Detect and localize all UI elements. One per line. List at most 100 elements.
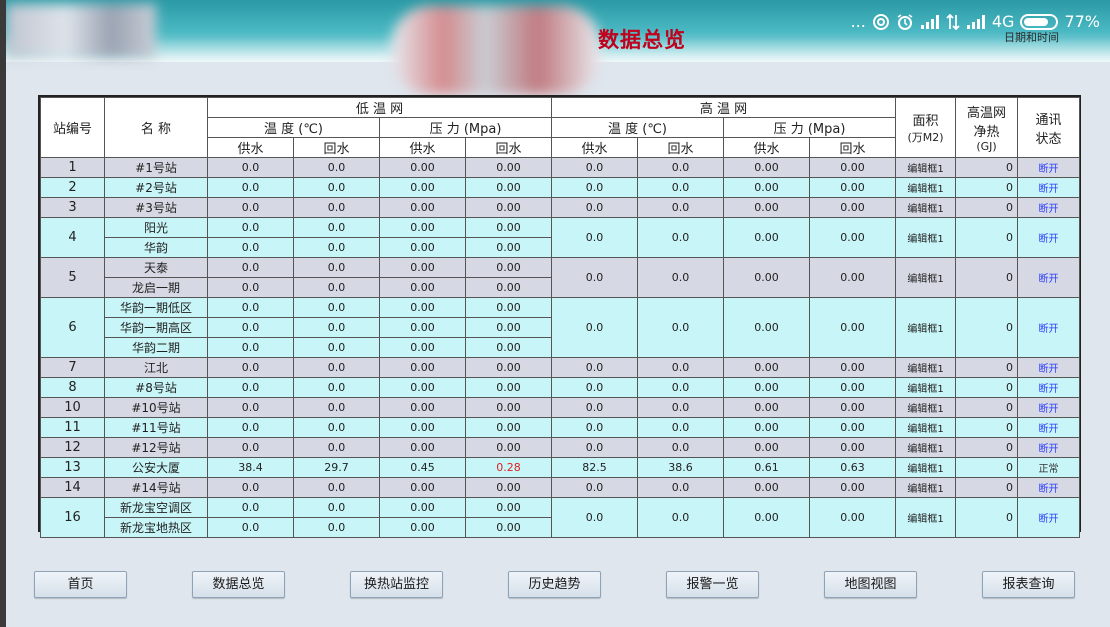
bottom-navigation: 首页 数据总览 换热站监控 历史趋势 报警一览 地图视图 报表查询 <box>34 571 1084 599</box>
nav-alarm-list-button[interactable]: 报警一览 <box>666 571 759 598</box>
area-edit-box[interactable]: 编辑框1 <box>895 217 957 258</box>
nav-station-monitor-button[interactable]: 换热站监控 <box>350 571 443 598</box>
area-edit-box[interactable]: 编辑框1 <box>895 177 957 198</box>
low-temp-return-cell: 0.0 <box>293 517 380 538</box>
low-pressure-supply-cell: 0.00 <box>379 197 466 218</box>
nav-report-query-button[interactable]: 报表查询 <box>982 571 1075 598</box>
table-row: 1 #1号站 0.0 0.0 0.00 0.00 0.0 0.0 0.00 0.00 编辑框1 0 断开 <box>40 157 1081 178</box>
station-id-cell: 7 <box>40 357 105 378</box>
area-edit-box[interactable]: 编辑框1 <box>895 157 957 178</box>
low-temp-return-cell: 0.0 <box>293 317 380 338</box>
low-pressure-return-cell: 0.00 <box>464 377 553 398</box>
low-temp-supply-cell: 0.0 <box>207 517 294 538</box>
area-edit-box[interactable]: 编辑框1 <box>895 437 957 458</box>
station-name-cell: 江北 <box>104 357 208 378</box>
low-pressure-supply-cell: 0.00 <box>379 177 466 198</box>
low-pressure-supply-cell: 0.00 <box>379 317 466 338</box>
net-heat-cell: 0 <box>955 457 1019 478</box>
area-edit-box[interactable]: 编辑框1 <box>895 197 957 218</box>
low-pressure-supply-cell: 0.00 <box>379 297 466 318</box>
area-edit-box[interactable]: 编辑框1 <box>895 357 957 378</box>
low-temp-return-cell: 0.0 <box>293 437 380 458</box>
high-pressure-supply-cell: 0.00 <box>723 197 811 218</box>
low-pressure-return-cell: 0.00 <box>464 197 553 218</box>
comm-status-cell: 断开 <box>1017 437 1081 458</box>
net-heat-cell: 0 <box>955 217 1019 258</box>
low-pressure-supply-cell: 0.00 <box>379 217 466 238</box>
low-temp-return-cell: 0.0 <box>293 337 380 358</box>
area-edit-box[interactable]: 编辑框1 <box>895 257 957 298</box>
high-temp-return-cell: 0.0 <box>637 217 725 258</box>
low-pressure-return-cell: 0.00 <box>464 357 553 378</box>
station-name-cell: 华韵一期高区 <box>104 317 208 338</box>
station-name-cell: 华韵一期低区 <box>104 297 208 318</box>
station-name-cell: 公安大厦 <box>104 457 208 478</box>
low-temp-return-cell: 0.0 <box>293 357 380 378</box>
low-temp-supply-cell: 0.0 <box>207 277 294 298</box>
header-high-temp: 温 度 (℃) <box>551 117 725 138</box>
high-temp-supply-cell: 0.0 <box>551 357 639 378</box>
low-pressure-supply-cell: 0.00 <box>379 477 466 498</box>
low-pressure-return-cell: 0.00 <box>464 317 553 338</box>
low-temp-return-cell: 0.0 <box>293 157 380 178</box>
comm-status-cell: 断开 <box>1017 397 1081 418</box>
net-heat-cell: 0 <box>955 257 1019 298</box>
high-pressure-supply-cell: 0.00 <box>723 157 811 178</box>
comm-status-cell: 断开 <box>1017 497 1081 538</box>
area-edit-box[interactable]: 编辑框1 <box>895 497 957 538</box>
low-temp-supply-cell: 0.0 <box>207 477 294 498</box>
low-temp-return-cell: 0.0 <box>293 297 380 318</box>
signal-icon-2 <box>966 13 986 31</box>
station-name-cell: #12号站 <box>104 437 208 458</box>
nfc-icon <box>872 13 890 31</box>
area-edit-box[interactable]: 编辑框1 <box>895 397 957 418</box>
low-temp-return-cell: 0.0 <box>293 197 380 218</box>
area-edit-box[interactable]: 编辑框1 <box>895 477 957 498</box>
header-supply: 供水 <box>723 137 811 158</box>
nav-history-trend-button[interactable]: 历史趋势 <box>508 571 601 598</box>
high-temp-supply-cell: 0.0 <box>551 157 639 178</box>
high-temp-return-cell: 0.0 <box>637 157 725 178</box>
area-edit-box[interactable]: 编辑框1 <box>895 417 957 438</box>
high-temp-supply-cell: 0.0 <box>551 497 639 538</box>
nav-map-view-button[interactable]: 地图视图 <box>824 571 917 598</box>
signal-icon <box>920 13 940 31</box>
comm-status-cell: 断开 <box>1017 477 1081 498</box>
station-id-cell: 12 <box>40 437 105 458</box>
net-heat-cell: 0 <box>955 357 1019 378</box>
header-supply: 供水 <box>379 137 466 158</box>
station-name-cell: #1号站 <box>104 157 208 178</box>
low-temp-return-cell: 0.0 <box>293 217 380 238</box>
header-high-pressure: 压 力 (Mpa) <box>723 117 897 138</box>
area-edit-box[interactable]: 编辑框1 <box>895 297 957 358</box>
low-temp-return-cell: 0.0 <box>293 417 380 438</box>
low-pressure-supply-cell: 0.00 <box>379 337 466 358</box>
net-heat-cell: 0 <box>955 177 1019 198</box>
alarm-clock-icon <box>896 13 914 31</box>
high-pressure-return-cell: 0.00 <box>809 417 897 438</box>
comm-status-cell: 正常 <box>1017 457 1081 478</box>
area-edit-box[interactable]: 编辑框1 <box>895 457 957 478</box>
area-edit-box[interactable]: 编辑框1 <box>895 377 957 398</box>
header-supply: 供水 <box>207 137 294 158</box>
header-high-temp-net: 高 温 网 <box>551 97 897 118</box>
station-id-cell: 8 <box>40 377 105 398</box>
high-pressure-supply-cell: 0.00 <box>723 217 811 258</box>
low-pressure-supply-cell: 0.00 <box>379 157 466 178</box>
high-pressure-supply-cell: 0.00 <box>723 417 811 438</box>
net-heat-cell: 0 <box>955 377 1019 398</box>
station-name-cell: 天泰 <box>104 257 208 278</box>
low-pressure-supply-cell: 0.00 <box>379 497 466 518</box>
page-title: 数据总览 <box>598 28 686 52</box>
low-temp-return-cell: 0.0 <box>293 177 380 198</box>
high-temp-supply-cell: 0.0 <box>551 477 639 498</box>
comm-status-cell: 断开 <box>1017 297 1081 358</box>
table-row: 2 #2号站 0.0 0.0 0.00 0.00 0.0 0.0 0.00 0.00 编辑框1 0 断开 <box>40 177 1081 198</box>
high-pressure-return-cell: 0.00 <box>809 437 897 458</box>
header-low-temp: 温 度 (℃) <box>207 117 380 138</box>
nav-data-overview-button[interactable]: 数据总览 <box>192 571 285 598</box>
station-name-cell: #14号站 <box>104 477 208 498</box>
nav-home-button[interactable]: 首页 <box>34 571 127 598</box>
high-temp-return-cell: 0.0 <box>637 437 725 458</box>
table-row: 4 阳光 0.0 0.0 0.00 0.00 0.0 0.0 0.00 0.00 编辑框1 0 断开 <box>40 217 1081 258</box>
